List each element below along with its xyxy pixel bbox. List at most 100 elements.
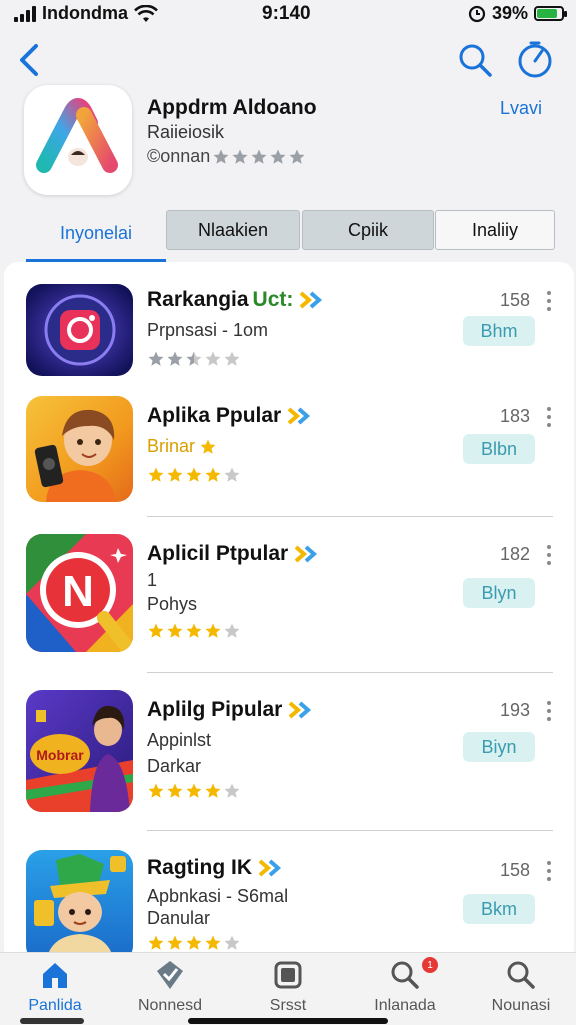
tab-bar-item-panlida[interactable]: Panlida xyxy=(0,953,110,1025)
divider xyxy=(147,672,553,673)
star-icon xyxy=(186,623,202,638)
tab-bar-label: Nounasi xyxy=(491,997,551,1014)
star-icon xyxy=(200,439,216,454)
timer-icon[interactable] xyxy=(515,40,555,80)
double-chevron-icon xyxy=(287,407,311,425)
list-item[interactable]: Aplika Ppular Brinar 183 Blbn xyxy=(4,396,574,516)
star-icon xyxy=(167,467,183,482)
star-icon xyxy=(251,149,267,164)
double-chevron-icon xyxy=(300,291,323,309)
list-item[interactable]: N Aplicil Ptpular 1 Pohys 182 Blyn xyxy=(4,534,574,664)
star-icon xyxy=(148,935,164,950)
list-item[interactable]: Ragting IK Apbnkasi - S6mal Danular 158 … xyxy=(4,850,574,962)
app-item-stars xyxy=(147,466,241,484)
tab-inyonelai[interactable]: Inyonelai xyxy=(26,208,166,262)
list-item[interactable]: Rarkangia Uct: Prpnsasi - 1om 158 Bhm xyxy=(4,282,574,382)
app-item-category: Prpnsasi - 1om xyxy=(147,320,269,340)
more-icon[interactable] xyxy=(544,406,554,428)
chevron-left-icon[interactable] xyxy=(14,40,48,80)
app-list: Rarkangia Uct: Prpnsasi - 1om 158 Bhm Ap… xyxy=(4,262,574,962)
app-item-title: Aplicil Ptpular xyxy=(147,542,322,566)
camera-app-icon xyxy=(26,284,133,376)
more-icon[interactable] xyxy=(544,290,554,312)
tab-bar-label: Nonnesd xyxy=(137,997,203,1014)
app-rating-text: ©onnan xyxy=(147,146,211,166)
app-item-count: 183 xyxy=(500,406,531,426)
get-button[interactable]: Blyn xyxy=(463,578,535,608)
character-app-icon xyxy=(26,850,133,962)
star-icon xyxy=(205,351,221,366)
tab-inaliiy[interactable]: Inaliiy xyxy=(435,210,555,250)
star-icon xyxy=(224,783,240,798)
home-indicator xyxy=(188,1018,388,1024)
boy-phone-app-icon xyxy=(26,396,133,502)
get-button[interactable]: Biyn xyxy=(463,732,535,762)
star-icon xyxy=(224,467,240,482)
app-item-category-text: Brinar xyxy=(147,436,196,456)
double-chevron-icon xyxy=(289,701,312,719)
svg-text:N: N xyxy=(62,567,94,616)
app-item-title-suffix: Uct: xyxy=(252,288,294,311)
clock: 9:140 xyxy=(262,3,311,24)
star-icon xyxy=(186,935,202,950)
app-item-stars xyxy=(147,782,241,800)
star-icon xyxy=(148,467,164,482)
app-item-title: Aplilg Pipular xyxy=(147,698,316,722)
app-item-title-text: Aplika Ppular xyxy=(147,404,282,427)
star-icon xyxy=(167,935,183,950)
n-logo-app-icon: N xyxy=(26,534,133,652)
star-icon xyxy=(224,623,240,638)
home-icon xyxy=(43,963,67,988)
star-icon xyxy=(148,783,164,798)
tab-bar-item-inlanada[interactable]: 1 Inlanada xyxy=(350,953,460,1025)
get-button[interactable]: Bkm xyxy=(463,894,535,924)
app-item-category: Brinar xyxy=(147,436,217,457)
tab-bar-item-nonnesd[interactable]: Nonnesd xyxy=(115,953,225,1025)
status-bar: Indondma 9:140 39% xyxy=(0,0,576,30)
app-item-subtitle: Darkar xyxy=(147,756,202,776)
star-icon xyxy=(205,783,221,798)
tab-cpiik[interactable]: Cpiik xyxy=(302,210,434,250)
app-item-title-text: Aplilg Pipular xyxy=(147,698,283,721)
home-indicator-left xyxy=(20,1018,84,1024)
header-link[interactable]: Lvavi xyxy=(500,98,542,119)
more-icon[interactable] xyxy=(544,860,554,882)
wifi-icon xyxy=(134,4,158,22)
more-icon[interactable] xyxy=(544,700,554,722)
game-app-icon: Mobrar xyxy=(26,690,133,812)
app-item-title-text: Rarkangia xyxy=(147,288,249,311)
app-item-category: 1 xyxy=(147,570,158,590)
tab-bar-item-srsst[interactable]: Srsst xyxy=(233,953,343,1025)
app-item-title: Ragting IK xyxy=(147,856,286,880)
app-item-stars xyxy=(147,934,241,952)
divider xyxy=(147,516,553,517)
app-item-category: Appinlst xyxy=(147,730,212,750)
app-item-title: Rarkangia Uct: xyxy=(147,288,327,312)
app-title: Appdrm Aldoano xyxy=(147,96,317,119)
double-chevron-icon xyxy=(258,859,282,877)
tab-bar-item-nounasi[interactable]: Nounasi xyxy=(466,953,576,1025)
get-button[interactable]: Blbn xyxy=(463,434,535,464)
list-item[interactable]: Mobrar Aplilg Pipular Appinlst Darkar 19… xyxy=(4,690,574,820)
app-item-title-text: Ragting IK xyxy=(147,856,252,879)
tab-bar-label: Inlanada xyxy=(374,997,436,1014)
search-icon xyxy=(391,961,419,989)
notification-badge: 1 xyxy=(422,957,438,973)
search-icon[interactable] xyxy=(455,40,495,80)
star-icon xyxy=(205,467,221,482)
star-icon xyxy=(205,623,221,638)
app-item-title: Aplika Ppular xyxy=(147,404,315,428)
app-item-count: 193 xyxy=(500,700,531,720)
carrier: Indondma xyxy=(14,3,158,24)
star-icon xyxy=(205,935,221,950)
battery-percent: 39% xyxy=(491,3,528,23)
apps-icon xyxy=(274,961,302,989)
more-icon[interactable] xyxy=(544,544,554,566)
tab-nlaakien[interactable]: Nlaakien xyxy=(166,210,300,250)
star-icon xyxy=(289,149,305,164)
app-item-count: 182 xyxy=(500,544,531,564)
app-logo xyxy=(24,85,132,195)
app-rating-stars xyxy=(212,148,306,166)
app-item-title-text: Aplicil Ptpular xyxy=(147,542,289,565)
get-button[interactable]: Bhm xyxy=(463,316,535,346)
